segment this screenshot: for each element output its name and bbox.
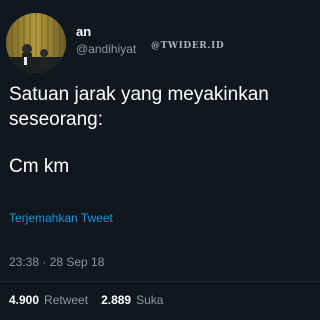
tweet-text-line: Cm km — [9, 156, 70, 177]
author-avatar[interactable] — [6, 13, 66, 73]
tweet-text-line: Satuan jarak yang meyakinkan seseorang: — [9, 84, 269, 130]
translate-tweet-link[interactable]: Terjemahkan Tweet — [9, 211, 113, 225]
tweet-card: an @andihiyat @TWIDER.ID Satuan jarak ya… — [0, 0, 320, 320]
like-label: Suka — [136, 293, 164, 307]
divider — [0, 281, 320, 282]
watermark: @TWIDER.ID — [151, 41, 225, 51]
retweet-stat[interactable]: 4.900 Retweet — [9, 293, 88, 307]
like-count: 2.889 — [101, 293, 132, 307]
retweet-label: Retweet — [44, 293, 89, 307]
tweet-stats: 4.900 Retweet 2.889 Suka — [9, 293, 163, 307]
author-name[interactable]: an — [76, 24, 91, 39]
tweet-timestamp[interactable]: 23:38 · 28 Sep 18 — [9, 255, 104, 269]
tweet-text: Satuan jarak yang meyakinkan seseorang: … — [9, 82, 313, 179]
profile-photo-icon — [6, 13, 66, 73]
retweet-count: 4.900 — [9, 293, 40, 307]
like-stat[interactable]: 2.889 Suka — [101, 293, 163, 307]
author-handle[interactable]: @andihiyat — [76, 42, 136, 56]
